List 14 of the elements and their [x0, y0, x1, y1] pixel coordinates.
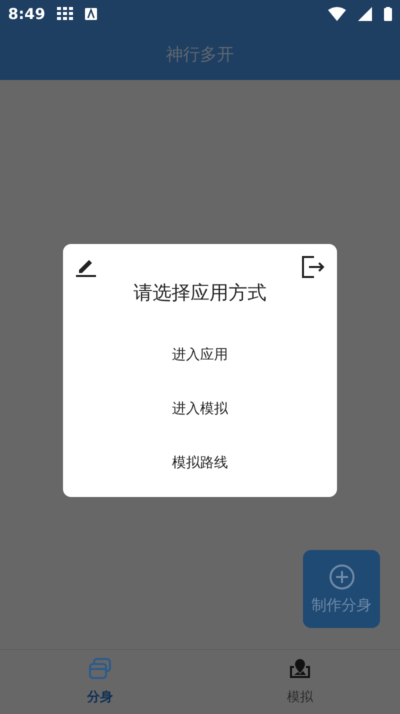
wifi-icon	[328, 7, 346, 21]
plus-icon	[328, 564, 354, 590]
dialog-option[interactable]: 模拟路线	[164, 436, 236, 490]
dialog-option[interactable]: 进入应用	[164, 328, 236, 382]
grid-icon	[57, 7, 74, 21]
exit-icon[interactable]	[301, 256, 325, 278]
status-time: 8:49	[8, 5, 46, 23]
dialog-title: 请选择应用方式	[134, 281, 266, 306]
cards-icon	[88, 658, 112, 680]
dialog-option[interactable]: 进入模拟	[164, 382, 236, 436]
app-title: 神行多开	[166, 44, 234, 66]
battery-icon	[384, 7, 392, 21]
signal-icon	[358, 7, 372, 21]
map-pin-icon	[288, 658, 312, 680]
